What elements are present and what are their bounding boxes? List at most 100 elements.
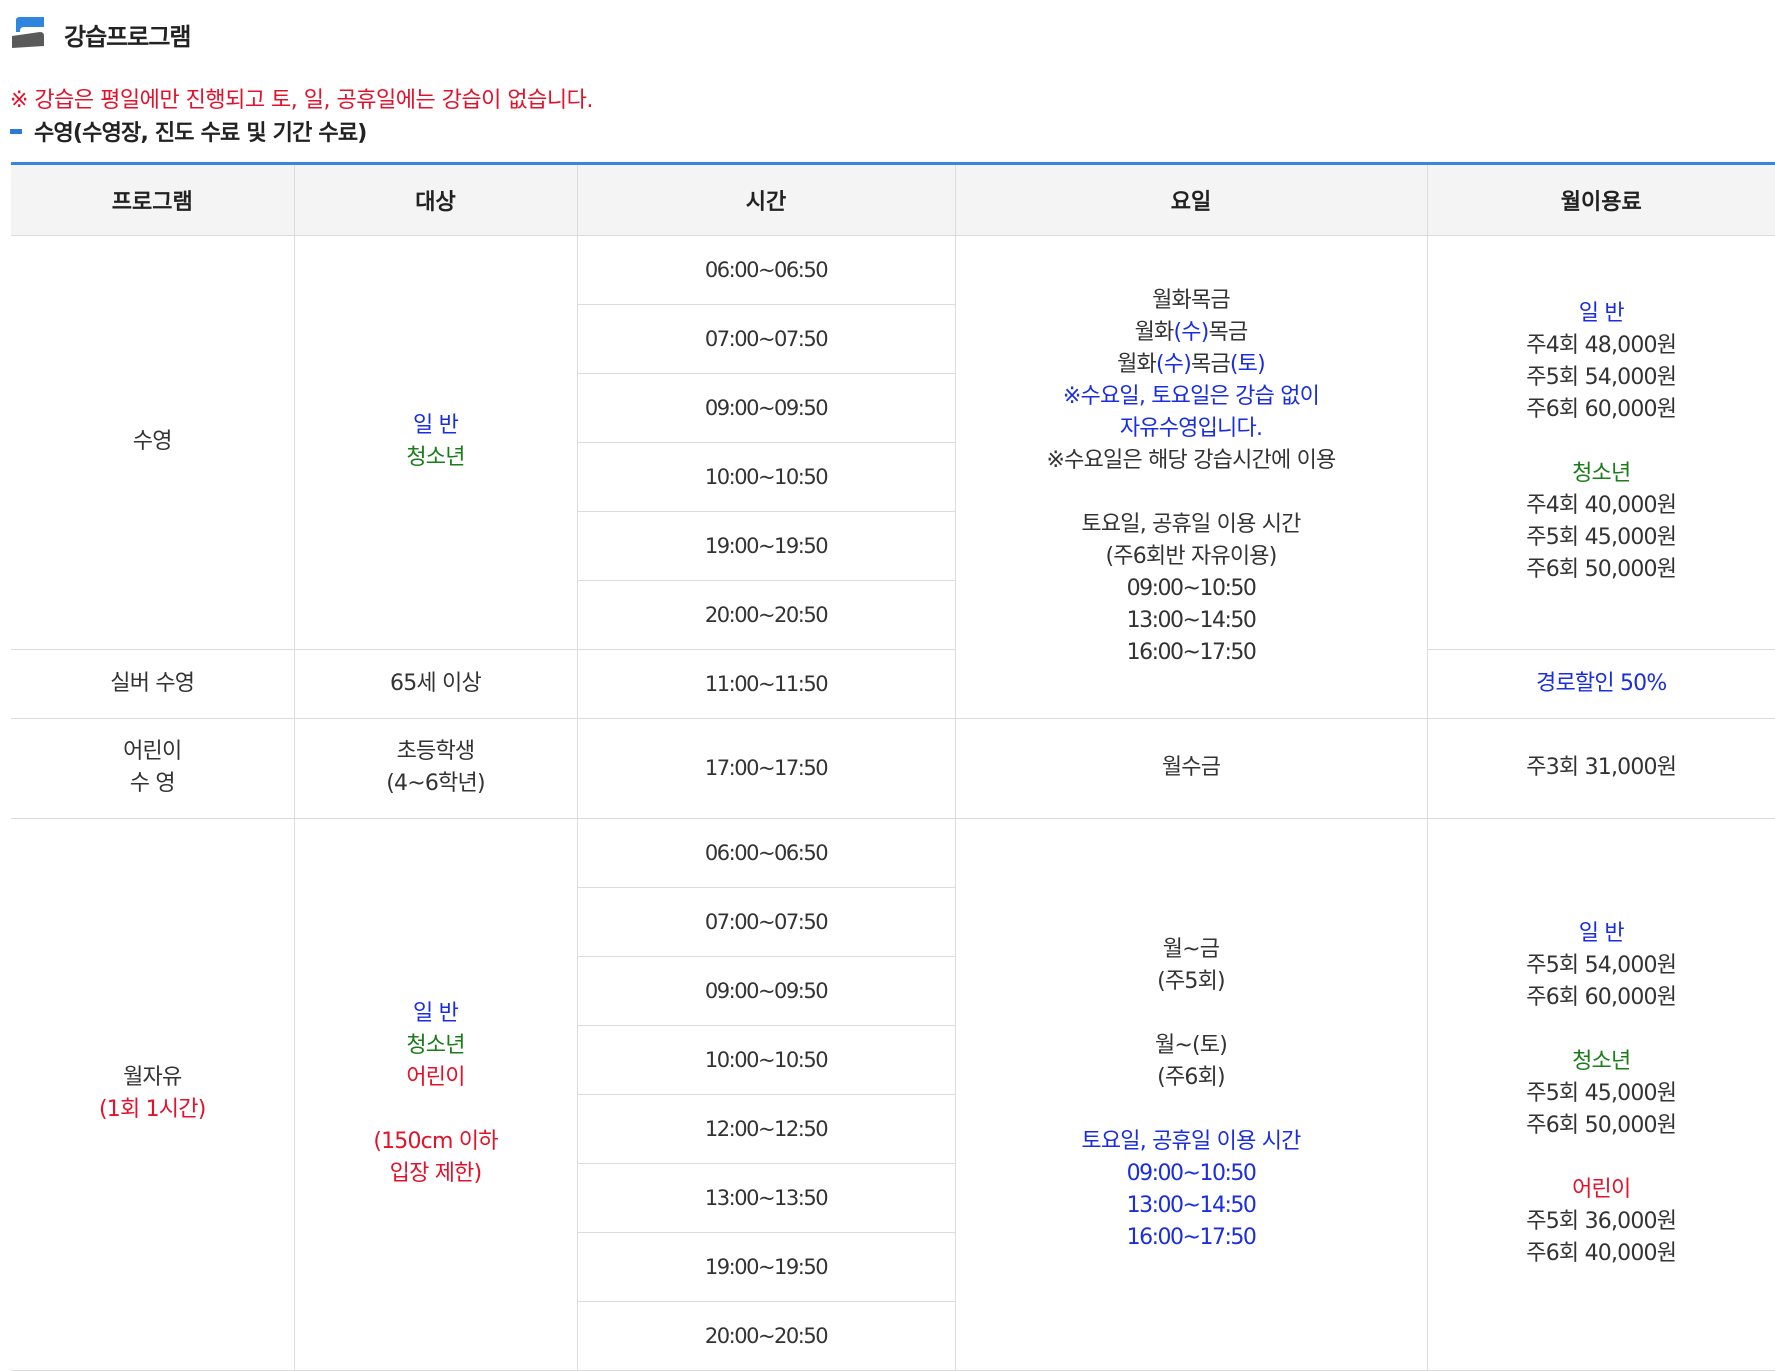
swim-fee-youth-1: 주4회 40,000원 xyxy=(1428,490,1775,522)
kids-program: 어린이 수 영 xyxy=(11,718,294,818)
swim-fee: 일 반 주4회 48,000원 주5회 54,000원 주6회 60,000원 … xyxy=(1427,235,1775,649)
free-target-youth: 청소년 xyxy=(295,1030,577,1062)
swim-fee-general-1: 주4회 48,000원 xyxy=(1428,330,1775,362)
table-row: 월자유 (1회 1시간) 일 반 청소년 어린이 (150cm 이하 입장 제한… xyxy=(11,818,1775,887)
free-time-2: 07:00~07:50 xyxy=(577,887,955,956)
free-days: 월~금 (주5회) 월~(토) (주6회) 토요일, 공휴일 이용 시간 09:… xyxy=(955,818,1427,1370)
table-row: 어린이 수 영 초등학생 (4~6학년) 17:00~17:50 월수금 주3회… xyxy=(11,718,1775,818)
free-days-line1: 월~금 xyxy=(956,934,1427,966)
free-time-1: 06:00~06:50 xyxy=(577,818,955,887)
free-fee-youth-label: 청소년 xyxy=(1428,1046,1775,1078)
swim-weekend-time-1: 09:00~10:50 xyxy=(956,573,1427,605)
dash-icon xyxy=(10,129,22,134)
kids-program-line1: 어린이 xyxy=(11,736,294,768)
kids-days: 월수금 xyxy=(955,718,1427,818)
free-fee-youth-1: 주5회 45,000원 xyxy=(1428,1078,1775,1110)
swim-weekend-time-2: 13:00~14:50 xyxy=(956,605,1427,637)
free-target: 일 반 청소년 어린이 (150cm 이하 입장 제한) xyxy=(294,818,577,1370)
logo-icon xyxy=(10,16,46,52)
swim-fee-youth-label: 청소년 xyxy=(1428,458,1775,490)
swim-days: 월화목금 월화(수)목금 월화(수)목금(토) ※수요일, 토요일은 강습 없이… xyxy=(955,235,1427,718)
free-time-4: 10:00~10:50 xyxy=(577,1025,955,1094)
swim-days-l3a: 월화 xyxy=(1117,352,1156,377)
free-fee-youth-2: 주6회 50,000원 xyxy=(1428,1110,1775,1142)
swim-days-note3: ※수요일은 해당 강습시간에 이용 xyxy=(956,445,1427,477)
kids-target: 초등학생 (4~6학년) xyxy=(294,718,577,818)
swim-fee-general-3: 주6회 60,000원 xyxy=(1428,394,1775,426)
free-fee-general-2: 주6회 60,000원 xyxy=(1428,982,1775,1014)
swim-time-6: 20:00~20:50 xyxy=(577,580,955,649)
program-table: 프로그램 대상 시간 요일 월이용료 수영 일 반 청소년 06:00~06:5… xyxy=(11,162,1775,1371)
swim-days-l2c: 목금 xyxy=(1209,320,1248,345)
free-target-child: 어린이 xyxy=(295,1062,577,1094)
header-fee: 월이용료 xyxy=(1427,165,1775,235)
free-days-line3: 월~(토) xyxy=(956,1030,1427,1062)
swim-weekend-time-3: 16:00~17:50 xyxy=(956,637,1427,669)
free-program-sub: (1회 1시간) xyxy=(11,1094,294,1126)
kids-time: 17:00~17:50 xyxy=(577,718,955,818)
table-row: 수영 일 반 청소년 06:00~06:50 월화목금 월화(수)목금 월화(수… xyxy=(11,235,1775,304)
free-program: 월자유 (1회 1시간) xyxy=(11,818,294,1370)
free-fee: 일 반 주5회 54,000원 주6회 60,000원 청소년 주5회 45,0… xyxy=(1427,818,1775,1370)
header-time: 시간 xyxy=(577,165,955,235)
page-title: 강습프로그램 xyxy=(10,14,190,54)
free-fee-child-1: 주5회 36,000원 xyxy=(1428,1206,1775,1238)
free-weekend-time-1: 09:00~10:50 xyxy=(956,1158,1427,1190)
header-program: 프로그램 xyxy=(11,165,294,235)
silver-program: 실버 수영 xyxy=(11,649,294,718)
swim-target-youth: 청소년 xyxy=(295,442,577,474)
free-time-7: 19:00~19:50 xyxy=(577,1232,955,1301)
free-time-5: 12:00~12:50 xyxy=(577,1094,955,1163)
silver-time: 11:00~11:50 xyxy=(577,649,955,718)
free-target-general: 일 반 xyxy=(295,998,577,1030)
free-target-note1: (150cm 이하 xyxy=(295,1126,577,1158)
kids-target-line2: (4~6학년) xyxy=(295,768,577,800)
free-time-3: 09:00~09:50 xyxy=(577,956,955,1025)
free-weekend-time-2: 13:00~14:50 xyxy=(956,1190,1427,1222)
kids-target-line1: 초등학생 xyxy=(295,736,577,768)
free-fee-child-2: 주6회 40,000원 xyxy=(1428,1238,1775,1270)
free-days-line2: (주5회) xyxy=(956,966,1427,998)
header-target: 대상 xyxy=(294,165,577,235)
swim-fee-youth-2: 주5회 45,000원 xyxy=(1428,522,1775,554)
swim-days-l3b: (수) xyxy=(1156,352,1191,377)
free-weekend-time-3: 16:00~17:50 xyxy=(956,1222,1427,1254)
swim-time-2: 07:00~07:50 xyxy=(577,304,955,373)
swim-time-4: 10:00~10:50 xyxy=(577,442,955,511)
silver-fee: 경로할인 50% xyxy=(1427,649,1775,718)
swim-time-5: 19:00~19:50 xyxy=(577,511,955,580)
free-time-6: 13:00~13:50 xyxy=(577,1163,955,1232)
table-header-row: 프로그램 대상 시간 요일 월이용료 xyxy=(11,165,1775,235)
free-target-note2: 입장 제한) xyxy=(295,1158,577,1190)
free-fee-general-label: 일 반 xyxy=(1428,918,1775,950)
page-title-text: 강습프로그램 xyxy=(64,17,190,52)
silver-target: 65세 이상 xyxy=(294,649,577,718)
swim-weekend-title: 토요일, 공휴일 이용 시간 xyxy=(956,509,1427,541)
free-weekend-title: 토요일, 공휴일 이용 시간 xyxy=(956,1126,1427,1158)
swim-time-3: 09:00~09:50 xyxy=(577,373,955,442)
swim-time-1: 06:00~06:50 xyxy=(577,235,955,304)
swim-days-line2: 월화(수)목금 xyxy=(956,317,1427,349)
swim-days-note2: 자유수영입니다. xyxy=(956,413,1427,445)
free-time-8: 20:00~20:50 xyxy=(577,1301,955,1370)
header-days: 요일 xyxy=(955,165,1427,235)
swim-target: 일 반 청소년 xyxy=(294,235,577,649)
free-days-line4: (주6회) xyxy=(956,1062,1427,1094)
swim-fee-general-2: 주5회 54,000원 xyxy=(1428,362,1775,394)
section-heading-text: 수영(수영장, 진도 수료 및 기간 수료) xyxy=(34,115,367,147)
swim-fee-youth-3: 주6회 50,000원 xyxy=(1428,554,1775,586)
swim-days-l3d: (토) xyxy=(1230,352,1265,377)
kids-fee: 주3회 31,000원 xyxy=(1427,718,1775,818)
swim-days-l2b: (수) xyxy=(1173,320,1208,345)
swim-weekend-sub: (주6회반 자유이용) xyxy=(956,541,1427,573)
swim-program: 수영 xyxy=(11,235,294,649)
swim-days-l3c: 목금 xyxy=(1191,352,1230,377)
swim-days-line3: 월화(수)목금(토) xyxy=(956,349,1427,381)
swim-days-note1: ※수요일, 토요일은 강습 없이 xyxy=(956,381,1427,413)
notice-text: ※ 강습은 평일에만 진행되고 토, 일, 공휴일에는 강습이 없습니다. xyxy=(10,82,593,114)
kids-program-line2: 수 영 xyxy=(11,768,294,800)
free-program-name: 월자유 xyxy=(11,1062,294,1094)
swim-fee-general-label: 일 반 xyxy=(1428,298,1775,330)
swim-target-general: 일 반 xyxy=(295,410,577,442)
swim-days-l2a: 월화 xyxy=(1135,320,1174,345)
